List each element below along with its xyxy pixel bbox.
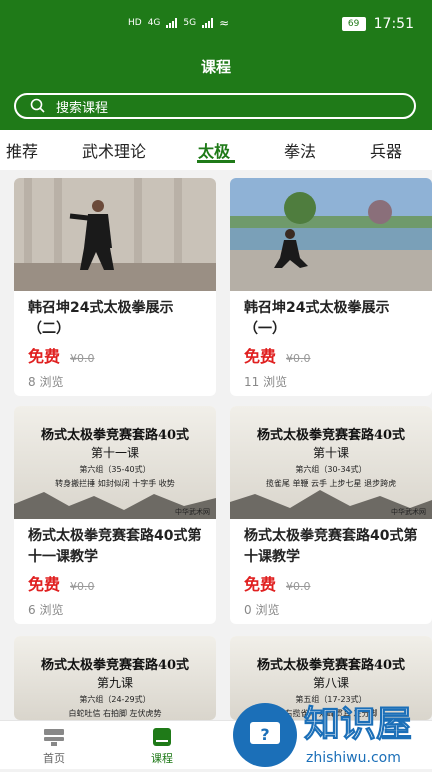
poster-title: 杨式太极拳竞赛套路40式 bbox=[40, 658, 190, 673]
signal-bars-icon-2 bbox=[202, 18, 214, 28]
course-card[interactable]: 杨式太极拳竞赛套路40式 第十课 第六组（30-34式） 揽雀尾 单鞭 云手 上… bbox=[230, 406, 432, 624]
price-free: 免费 bbox=[244, 347, 277, 366]
price-free: 免费 bbox=[28, 347, 61, 366]
course-thumbnail bbox=[230, 178, 432, 291]
watermark-domain: zhishiwu.com bbox=[306, 750, 401, 766]
poster-group: 第六组（30-34式） bbox=[295, 465, 367, 474]
tab-weapons[interactable]: 兵器 bbox=[370, 138, 402, 162]
course-thumbnail: 杨式太极拳竞赛套路40式 第十课 第六组（30-34式） 揽雀尾 单鞭 云手 上… bbox=[230, 406, 432, 519]
app-header: HD 4G 5G ≈ 69 17:51 课程 搜索课程 bbox=[0, 0, 432, 130]
poster-title: 杨式太极拳竞赛套路40式 bbox=[256, 658, 406, 673]
course-card[interactable]: 韩召坤24式太极拳展示（一） 免费 ¥0.0 11 浏览 bbox=[230, 178, 432, 396]
page-title: 课程 bbox=[200, 58, 231, 76]
signal-5g-label: 5G bbox=[183, 18, 197, 28]
course-title: 韩召坤24式太极拳展示（二） bbox=[28, 300, 174, 337]
nav-courses-label: 课程 bbox=[151, 752, 173, 765]
original-price: ¥0.0 bbox=[286, 580, 311, 593]
watermark: ? 知识屋 zhishiwu.com bbox=[232, 690, 432, 768]
original-price: ¥0.0 bbox=[70, 352, 95, 365]
tab-taiji[interactable]: 太极 bbox=[198, 138, 230, 162]
clock: 17:51 bbox=[373, 16, 414, 32]
price-free: 免费 bbox=[244, 575, 277, 594]
watermark-brand: 知识屋 bbox=[304, 704, 412, 745]
course-card[interactable]: 韩召坤24式太极拳展示（二） 免费 ¥0.0 8 浏览 bbox=[14, 178, 216, 396]
original-price: ¥0.0 bbox=[286, 352, 311, 365]
course-card[interactable]: 杨式太极拳竞赛套路40式 第十一课 第六组（35-40式） 转身搬拦捶 如封似闭… bbox=[14, 406, 216, 624]
course-thumbnail: 杨式太极拳竞赛套路40式 第九课 第六组（24-29式） 白蛇吐信 右拍脚 左伏… bbox=[14, 636, 216, 720]
poster-lesson: 第八课 bbox=[312, 676, 349, 690]
course-thumbnail bbox=[14, 178, 216, 291]
hd-label: HD bbox=[128, 18, 142, 28]
poster-lesson: 第九课 bbox=[96, 676, 133, 690]
poster-title: 杨式太极拳竞赛套路40式 bbox=[40, 428, 190, 443]
course-card[interactable]: 杨式太极拳竞赛套路40式 第九课 第六组（24-29式） 白蛇吐信 右拍脚 左伏… bbox=[14, 636, 216, 720]
course-price: 免费 ¥0.0 bbox=[28, 571, 95, 595]
poster-lesson: 第十课 bbox=[312, 446, 349, 460]
course-thumbnail: 杨式太极拳竞赛套路40式 第十一课 第六组（35-40式） 转身搬拦捶 如封似闭… bbox=[14, 406, 216, 519]
wifi-icon: ≈ bbox=[219, 16, 230, 30]
signal-indicators: HD 4G 5G ≈ bbox=[128, 16, 229, 30]
search-icon bbox=[30, 98, 45, 113]
course-title: 杨式太极拳竞赛套路40式第十一课教学 bbox=[28, 528, 202, 565]
signal-bars-icon bbox=[166, 18, 178, 28]
course-title: 韩召坤24式太极拳展示（一） bbox=[244, 300, 390, 337]
price-free: 免费 bbox=[28, 575, 61, 594]
course-price: 免费 ¥0.0 bbox=[244, 571, 311, 595]
original-price: ¥0.0 bbox=[70, 580, 95, 593]
view-count: 8 浏览 bbox=[28, 375, 64, 389]
tab-quanfa[interactable]: 拳法 bbox=[284, 138, 316, 162]
tab-recommend[interactable]: 推荐 bbox=[6, 138, 38, 162]
poster-title: 杨式太极拳竞赛套路40式 bbox=[256, 428, 406, 443]
nav-home-label: 首页 bbox=[43, 752, 65, 765]
course-title: 杨式太极拳竞赛套路40式第十课教学 bbox=[244, 528, 418, 565]
view-count: 6 浏览 bbox=[28, 603, 64, 617]
nav-home[interactable]: 首页 bbox=[24, 727, 84, 766]
svg-text:?: ? bbox=[260, 725, 269, 744]
status-bar: HD 4G 5G ≈ 69 17:51 bbox=[0, 0, 432, 44]
poster-moves: 白蛇吐信 右拍脚 左伏虎势 bbox=[68, 709, 162, 718]
courses-icon bbox=[153, 728, 171, 746]
poster-group: 第六组（35-40式） bbox=[79, 465, 151, 474]
course-price: 免费 ¥0.0 bbox=[244, 343, 311, 367]
search-placeholder: 搜索课程 bbox=[56, 100, 109, 116]
poster-org: 中华武术网 bbox=[391, 508, 426, 516]
active-tab-indicator bbox=[197, 160, 235, 163]
category-tabs: 推荐 武术理论 太极 拳法 兵器 bbox=[0, 130, 432, 170]
home-icon bbox=[44, 729, 64, 746]
signal-4g-label: 4G bbox=[147, 18, 161, 28]
poster-lesson: 第十一课 bbox=[90, 446, 139, 460]
poster-org: 中华武术网 bbox=[175, 508, 210, 516]
nav-courses[interactable]: 课程 bbox=[132, 727, 192, 766]
view-count: 11 浏览 bbox=[244, 375, 288, 389]
course-price: 免费 ¥0.0 bbox=[28, 343, 95, 367]
search-input[interactable]: 搜索课程 bbox=[14, 93, 416, 119]
poster-group: 第六组（24-29式） bbox=[79, 695, 151, 704]
view-count: 0 浏览 bbox=[244, 603, 280, 617]
battery-icon: 69 bbox=[341, 17, 366, 31]
tab-wushu-theory[interactable]: 武术理论 bbox=[82, 138, 146, 162]
